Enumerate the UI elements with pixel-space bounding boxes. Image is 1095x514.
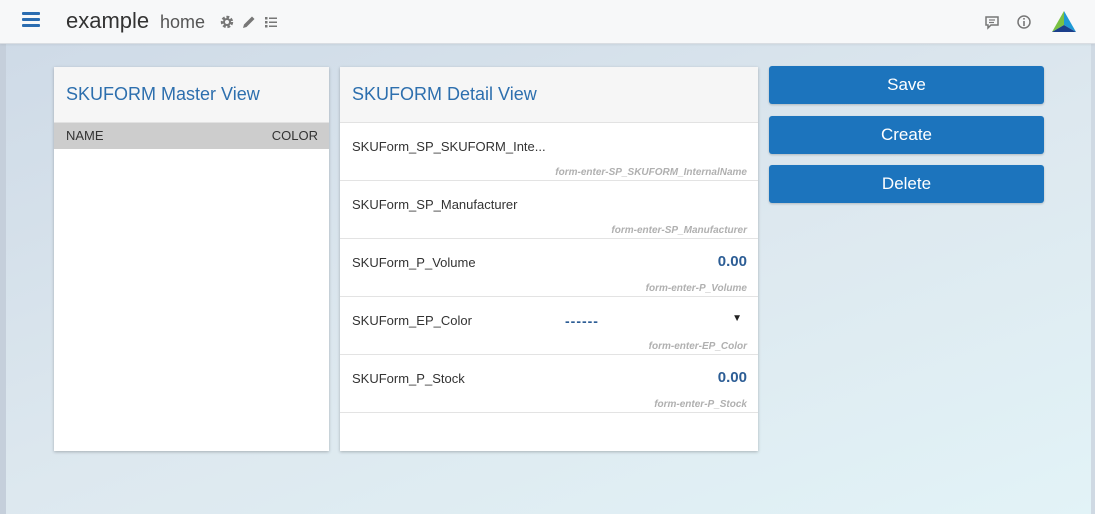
- field-manufacturer[interactable]: SKUForm_SP_Manufacturer form-enter-SP_Ma…: [340, 181, 758, 239]
- window-frame-right: [1091, 0, 1095, 514]
- master-table-header: NAME COLOR: [54, 123, 329, 149]
- detail-view-title: SKUFORM Detail View: [340, 67, 758, 123]
- field-hint: form-enter-SP_SKUFORM_InternalName: [555, 167, 747, 178]
- save-button[interactable]: Save: [769, 66, 1044, 104]
- field-label: SKUForm_SP_SKUFORM_Inte...: [352, 139, 546, 154]
- field-label: SKUForm_EP_Color: [352, 313, 472, 328]
- field-internal-name[interactable]: SKUForm_SP_SKUFORM_Inte... form-enter-SP…: [340, 123, 758, 181]
- field-volume[interactable]: SKUForm_P_Volume 0.00 form-enter-P_Volum…: [340, 239, 758, 297]
- create-button[interactable]: Create: [769, 116, 1044, 154]
- app-title: example: [66, 8, 150, 33]
- column-header-color[interactable]: COLOR: [272, 123, 318, 149]
- field-hint: form-enter-P_Volume: [645, 283, 747, 294]
- dropdown-arrow-icon[interactable]: ▼: [732, 313, 742, 324]
- color-select[interactable]: ------: [565, 313, 599, 329]
- field-stock[interactable]: SKUForm_P_Stock 0.00 form-enter-P_Stock: [340, 355, 758, 413]
- field-hint: form-enter-EP_Color: [648, 341, 747, 352]
- master-list-body[interactable]: [54, 149, 329, 452]
- stock-input[interactable]: 0.00: [718, 369, 747, 386]
- master-view-title: SKUFORM Master View: [54, 67, 329, 123]
- field-hint: form-enter-SP_Manufacturer: [611, 225, 747, 236]
- app-logo: [1052, 11, 1076, 32]
- volume-input[interactable]: 0.00: [718, 253, 747, 270]
- master-view-panel: SKUFORM Master View NAME COLOR: [54, 67, 329, 451]
- pencil-icon[interactable]: [241, 14, 257, 30]
- page-title: home: [160, 12, 206, 32]
- window-frame-left: [0, 0, 6, 514]
- field-color[interactable]: SKUForm_EP_Color ------ ▼ form-enter-EP_…: [340, 297, 758, 355]
- chat-icon[interactable]: [984, 14, 1000, 30]
- info-icon[interactable]: [1016, 14, 1032, 30]
- list-icon[interactable]: [263, 14, 279, 30]
- top-bar: example home: [0, 0, 1095, 44]
- field-hint: form-enter-P_Stock: [654, 399, 747, 410]
- field-label: SKUForm_P_Volume: [352, 255, 476, 270]
- gear-icon[interactable]: [219, 14, 235, 30]
- field-label: SKUForm_P_Stock: [352, 371, 465, 386]
- detail-view-panel: SKUFORM Detail View SKUForm_SP_SKUFORM_I…: [340, 67, 758, 451]
- menu-icon[interactable]: [22, 12, 40, 28]
- column-header-name[interactable]: NAME: [66, 123, 104, 149]
- delete-button[interactable]: Delete: [769, 165, 1044, 203]
- field-label: SKUForm_SP_Manufacturer: [352, 197, 518, 212]
